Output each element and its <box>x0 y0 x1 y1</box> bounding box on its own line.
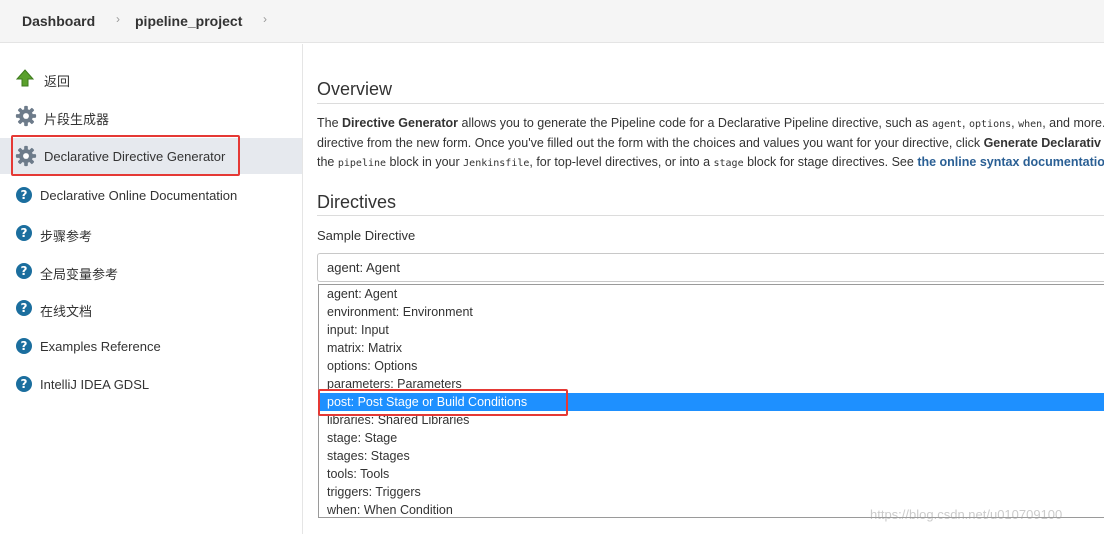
online-syntax-doc-link[interactable]: the online syntax documentation <box>917 155 1104 169</box>
dropdown-option[interactable]: agent: Agent <box>319 285 1104 303</box>
dropdown-option[interactable]: matrix: Matrix <box>319 339 1104 357</box>
overview-description: The Directive Generator allows you to ge… <box>317 114 1104 173</box>
directives-divider <box>317 215 1104 216</box>
code: Jenkinsfile <box>463 158 530 169</box>
dropdown-option[interactable]: environment: Environment <box>319 303 1104 321</box>
emphasis: Generate Declarativ <box>983 136 1102 150</box>
sidebar-item-label: Declarative Online Documentation <box>40 188 238 203</box>
help-icon: ? <box>16 187 32 203</box>
help-icon: ? <box>16 263 32 279</box>
sidebar-item-label: Declarative Directive Generator <box>44 149 226 164</box>
text: block in your <box>386 155 464 169</box>
code: stage <box>713 158 744 169</box>
dropdown-option[interactable]: triggers: Triggers <box>319 483 1104 501</box>
text: block for stage directives. See <box>743 155 918 169</box>
breadcrumb-chevron-icon[interactable]: › <box>263 12 267 26</box>
sidebar-item-label: 在线文档 <box>40 304 93 319</box>
sidebar-item-label: 全局变量参考 <box>40 267 119 282</box>
text: , for top-level directives, or into a <box>529 155 714 169</box>
dropdown-option[interactable]: stage: Stage <box>319 429 1104 447</box>
help-icon: ? <box>16 338 32 354</box>
code: options <box>969 119 1012 130</box>
dropdown-option[interactable]: parameters: Parameters <box>319 375 1104 393</box>
dropdown-option-highlighted[interactable]: post: Post Stage or Build Conditions <box>319 393 1104 411</box>
overview-heading: Overview <box>317 79 393 99</box>
sidebar-item-intellij-idea-gdsl[interactable]: ? IntelliJ IDEA GDSL <box>0 366 302 402</box>
emphasis: Directive Generator <box>342 116 459 130</box>
text: , and more. C <box>1042 116 1104 130</box>
sidebar-item-label: IntelliJ IDEA GDSL <box>40 377 150 392</box>
breadcrumb-chevron-icon[interactable]: › <box>116 12 120 26</box>
code: when <box>1018 119 1043 130</box>
text: allows you to generate the Pipeline code… <box>458 116 932 130</box>
sidebar-item-label: 步骤参考 <box>40 229 93 244</box>
sidebar-item-online-docs[interactable]: ? 在线文档 <box>0 290 302 326</box>
directives-heading: Directives <box>317 192 397 212</box>
sidebar-item-declarative-directive-generator[interactable]: Declarative Directive Generator <box>0 138 302 174</box>
code: pipeline <box>337 158 387 169</box>
text: the <box>317 155 338 169</box>
text: directive from the new form. Once you've… <box>317 136 984 150</box>
sidebar: 返回 片段生成器 Declarative Directive Generator… <box>0 44 303 534</box>
text: , <box>962 116 969 130</box>
sidebar-item-snippet-generator[interactable]: 片段生成器 <box>0 98 302 134</box>
breadcrumb-bar: Dashboard › pipeline_project › <box>0 0 1104 43</box>
text: The <box>317 116 343 130</box>
overview-line-2: directive from the new form. Once you've… <box>317 134 1104 153</box>
sample-directive-dropdown[interactable]: agent: Agent environment: Environment in… <box>318 284 1104 518</box>
sample-directive-select[interactable]: agent: Agent <box>317 253 1104 282</box>
overview-divider <box>317 103 1104 104</box>
help-icon: ? <box>16 225 32 241</box>
main-content: Overview The Directive Generator allows … <box>304 44 1104 534</box>
breadcrumb-dashboard[interactable]: Dashboard <box>22 13 95 29</box>
help-icon: ? <box>16 300 32 316</box>
sidebar-item-declarative-online-documentation[interactable]: ? Declarative Online Documentation <box>0 177 302 213</box>
sidebar-item-label: 返回 <box>44 74 71 89</box>
sidebar-item-back[interactable]: 返回 <box>0 60 302 96</box>
overview-line-3: the pipeline block in your Jenkinsfile, … <box>317 153 1104 173</box>
up-arrow-icon <box>16 69 34 87</box>
sidebar-item-step-reference[interactable]: ? 步骤参考 <box>0 215 302 251</box>
breadcrumb-pipeline-project[interactable]: pipeline_project <box>135 13 242 29</box>
code: agent <box>931 119 963 130</box>
dropdown-option[interactable]: stages: Stages <box>319 447 1104 465</box>
dropdown-option[interactable]: input: Input <box>319 321 1104 339</box>
sidebar-item-label: 片段生成器 <box>44 112 110 127</box>
gear-icon <box>15 145 37 167</box>
help-icon: ? <box>16 376 32 392</box>
overview-line-1: The Directive Generator allows you to ge… <box>317 114 1104 134</box>
sample-directive-label: Sample Directive <box>317 228 416 243</box>
dropdown-option[interactable]: libraries: Shared Libraries <box>319 411 1104 429</box>
dropdown-option[interactable]: options: Options <box>319 357 1104 375</box>
sidebar-item-global-variable-reference[interactable]: ? 全局变量参考 <box>0 253 302 289</box>
dropdown-option[interactable]: tools: Tools <box>319 465 1104 483</box>
gear-icon <box>15 105 37 127</box>
watermark: https://blog.csdn.net/u010709100 <box>870 507 1063 522</box>
sidebar-item-label: Examples Reference <box>40 339 161 354</box>
sidebar-item-examples-reference[interactable]: ? Examples Reference <box>0 328 302 364</box>
